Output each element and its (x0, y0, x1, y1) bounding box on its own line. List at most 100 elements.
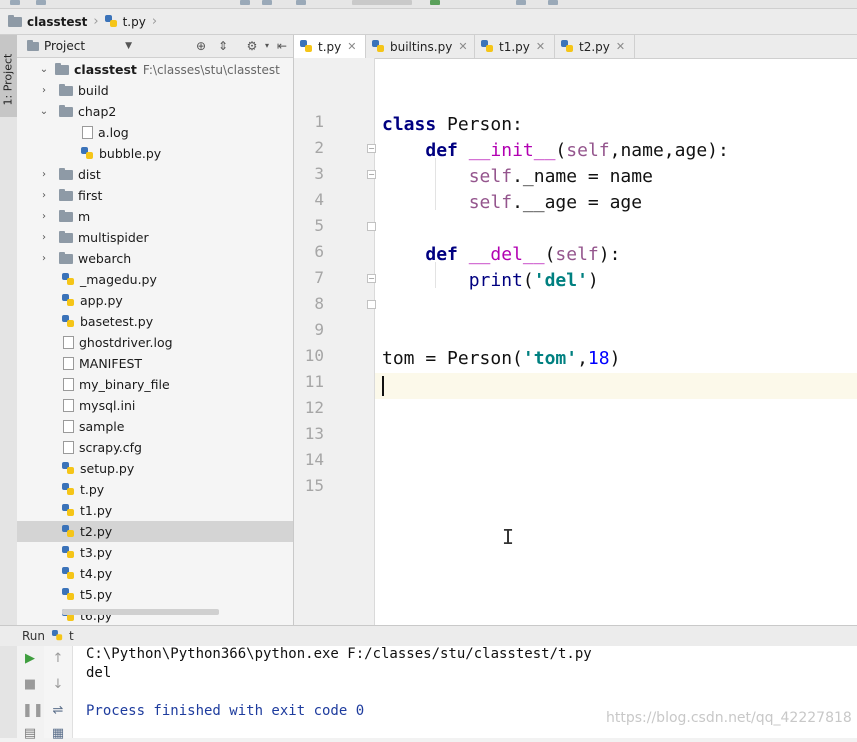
toolbar-button[interactable] (296, 0, 306, 5)
soft-wrap-icon[interactable]: ⇌ (50, 703, 66, 719)
toolbar-button[interactable] (240, 0, 250, 5)
tree-item[interactable]: bubble.py (17, 143, 293, 164)
dropdown-arrow-icon: ▼ (125, 41, 132, 51)
toolbar-run-button[interactable] (430, 0, 440, 5)
settings-icon[interactable]: ▤ (22, 726, 38, 742)
tree-item-label: t2.py (80, 524, 113, 539)
horizontal-scrollbar[interactable] (62, 609, 219, 615)
watermark: https://blog.csdn.net/qq_42227818 (606, 710, 852, 726)
tab-t1-py[interactable]: t1.py ✕ (475, 35, 555, 58)
code-text: ) (587, 270, 599, 291)
tree-item[interactable]: MANIFEST (17, 353, 293, 374)
tree-item[interactable]: ⌄ chap2 (17, 101, 293, 122)
project-icon (27, 39, 39, 51)
close-icon[interactable]: ✕ (616, 40, 625, 53)
hide-panel-icon[interactable]: ⇤ (275, 39, 289, 53)
close-icon[interactable]: ✕ (458, 40, 467, 53)
python-file-icon (62, 503, 75, 518)
tree-item-label: setup.py (80, 461, 135, 476)
pause-icon[interactable]: ❚❚ (22, 703, 44, 719)
toolbar-button[interactable] (36, 0, 46, 5)
tab-label: builtins.py (390, 39, 453, 54)
tree-item[interactable]: mysql.ini (17, 395, 293, 416)
fold-marker-icon[interactable]: − (367, 274, 376, 283)
toolbar-button[interactable] (10, 0, 20, 5)
tree-item[interactable]: › build (17, 80, 293, 101)
code-line-5: self.__age = age (382, 190, 642, 216)
fold-end-icon[interactable] (367, 300, 376, 309)
locate-file-icon[interactable]: ⊕ (194, 39, 208, 53)
line-number: 2 (314, 138, 324, 157)
tree-item[interactable]: t1.py (17, 500, 293, 521)
code-text: ) (609, 348, 621, 369)
project-tool-tab[interactable]: 1: Project (0, 35, 17, 117)
tree-item-label: a.log (98, 125, 129, 140)
python-file-icon (372, 39, 385, 54)
project-view-selector[interactable]: Project ▼ (27, 39, 132, 53)
run-config-tab[interactable]: t (69, 629, 74, 643)
self-keyword: self (468, 166, 513, 187)
code-line-2: class Person: (382, 112, 523, 138)
tab-t-py[interactable]: t.py ✕ (294, 35, 366, 58)
code-text: , (577, 348, 588, 369)
tree-item-label: basetest.py (80, 314, 154, 329)
breadcrumb-file[interactable]: t.py (101, 9, 150, 34)
code-text: ( (544, 244, 556, 265)
tree-item[interactable]: app.py (17, 290, 293, 311)
tab-builtins-py[interactable]: builtins.py ✕ (366, 35, 475, 58)
toolbar-button[interactable] (516, 0, 526, 5)
breadcrumb-project[interactable]: classtest (0, 9, 91, 34)
folder-icon (59, 167, 73, 180)
tree-item[interactable]: setup.py (17, 458, 293, 479)
print-icon[interactable]: ▦ (50, 726, 66, 742)
tree-item[interactable]: › multispider (17, 227, 293, 248)
line-number: 6 (314, 242, 324, 261)
code-editor[interactable]: t.py ✕ builtins.py ✕ t1.py ✕ t2.py ✕ 1 2… (294, 35, 857, 625)
tree-item[interactable]: › dist (17, 164, 293, 185)
file-icon (63, 378, 74, 391)
tree-item[interactable]: › first (17, 185, 293, 206)
tree-item[interactable]: t5.py (17, 584, 293, 605)
tree-item-label: app.py (80, 293, 123, 308)
close-icon[interactable]: ✕ (536, 40, 545, 53)
rerun-icon[interactable]: ▶ (22, 651, 38, 667)
tree-item[interactable]: t4.py (17, 563, 293, 584)
toolbar-button[interactable] (548, 0, 558, 5)
stop-icon[interactable]: ■ (22, 677, 38, 693)
line-number: 5 (314, 216, 324, 235)
tree-item[interactable]: basetest.py (17, 311, 293, 332)
tree-item[interactable]: t.py (17, 479, 293, 500)
gear-icon[interactable]: ⚙ (245, 39, 259, 53)
chevron-down-icon: ⌄ (39, 106, 49, 117)
project-panel: Project ▼ ⊕ ⇕ ⚙ ▾ ⇤ ⌄ classtest F:\class… (17, 35, 294, 625)
tree-item[interactable]: scrapy.cfg (17, 437, 293, 458)
tree-item[interactable]: my_binary_file (17, 374, 293, 395)
run-config-selector[interactable] (352, 0, 412, 5)
tree-item[interactable]: sample (17, 416, 293, 437)
fold-end-icon[interactable] (367, 222, 376, 231)
tree-item[interactable]: a.log (17, 122, 293, 143)
tab-t2-py[interactable]: t2.py ✕ (555, 35, 635, 58)
chevron-right-icon: › (151, 14, 158, 29)
toolbar-button[interactable] (262, 0, 272, 5)
fold-marker-icon[interactable]: − (367, 170, 376, 179)
tree-item[interactable]: t3.py (17, 542, 293, 563)
tree-item[interactable]: › m (17, 206, 293, 227)
left-tool-strip (0, 35, 18, 625)
line-number: 11 (304, 372, 324, 391)
tree-item[interactable]: › webarch (17, 248, 293, 269)
chevron-right-icon: › (42, 211, 46, 222)
tree-item-selected[interactable]: t2.py (17, 521, 293, 542)
tree-item[interactable]: t6.py (17, 605, 293, 625)
chevron-down-icon[interactable]: ▾ (260, 39, 274, 53)
python-file-icon (481, 39, 494, 54)
collapse-all-icon[interactable]: ⇕ (216, 39, 230, 53)
close-icon[interactable]: ✕ (347, 40, 356, 53)
tree-item[interactable]: ghostdriver.log (17, 332, 293, 353)
arrow-up-icon[interactable]: ↑ (50, 651, 66, 667)
tree-item[interactable]: _magedu.py (17, 269, 293, 290)
tree-root[interactable]: ⌄ classtest F:\classes\stu\classtest (17, 59, 293, 80)
fold-marker-icon[interactable]: − (367, 144, 376, 153)
arrow-down-icon[interactable]: ↓ (50, 677, 66, 693)
